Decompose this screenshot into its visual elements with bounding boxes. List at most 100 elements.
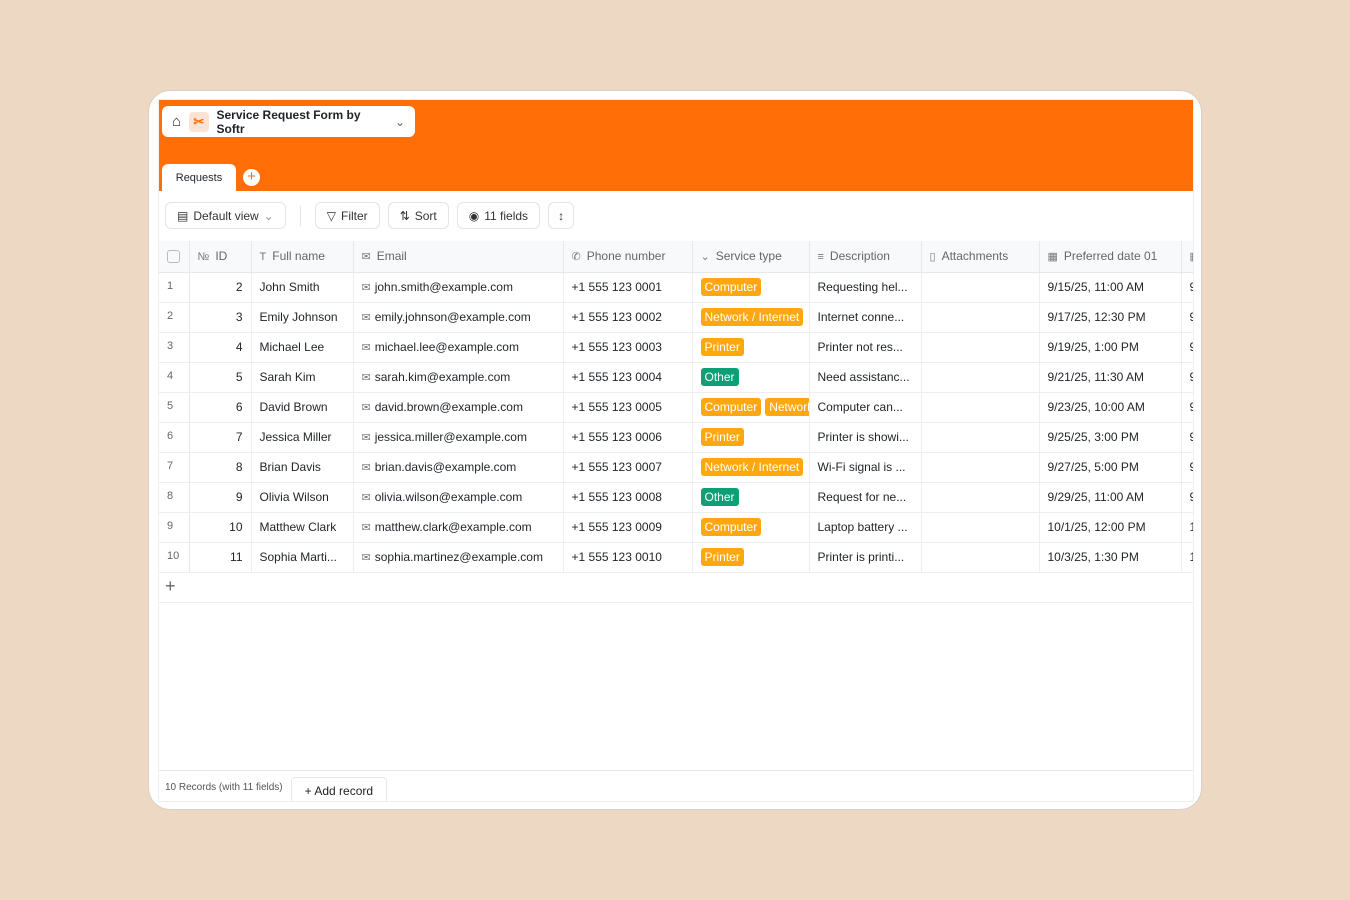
next-cell[interactable]: 1 [1181,512,1194,542]
description-cell[interactable]: Printer is printi... [809,542,921,572]
next-cell[interactable]: 9 [1181,452,1194,482]
add-row-button[interactable]: + [159,572,1193,603]
phone-cell[interactable]: +1 555 123 0008 [563,482,692,512]
date-cell[interactable]: 9/17/25, 12:30 PM [1039,302,1181,332]
name-cell[interactable]: Emily Johnson [251,302,353,332]
description-cell[interactable]: Requesting hel... [809,272,921,302]
next-cell[interactable]: 9 [1181,272,1194,302]
select-all-checkbox[interactable] [159,241,189,272]
fields-button[interactable]: ◉11 fields [457,202,540,229]
col-full-name[interactable]: TFull name [251,241,353,272]
next-cell[interactable]: 1 [1181,542,1194,572]
table-row[interactable]: 10 11 Sophia Marti... ✉sophia.martinez@e… [159,542,1194,572]
phone-cell[interactable]: +1 555 123 0005 [563,392,692,422]
name-cell[interactable]: Sophia Marti... [251,542,353,572]
filter-button[interactable]: ▽Filter [315,202,380,229]
email-cell[interactable]: ✉jessica.miller@example.com [353,422,563,452]
view-selector[interactable]: ▤Default view⌄ [165,202,286,229]
col-id[interactable]: №ID [189,241,251,272]
email-cell[interactable]: ✉david.brown@example.com [353,392,563,422]
attachments-cell[interactable] [921,272,1039,302]
col-phone[interactable]: ✆Phone number [563,241,692,272]
name-cell[interactable]: John Smith [251,272,353,302]
chevron-down-icon[interactable]: ⌄ [395,115,405,129]
email-cell[interactable]: ✉sarah.kim@example.com [353,362,563,392]
name-cell[interactable]: Jessica Miller [251,422,353,452]
attachments-cell[interactable] [921,482,1039,512]
next-cell[interactable]: 9 [1181,392,1194,422]
col-preferred-date[interactable]: ▦Preferred date 01 [1039,241,1181,272]
description-cell[interactable]: Printer not res... [809,332,921,362]
id-cell[interactable]: 8 [189,452,251,482]
attachments-cell[interactable] [921,362,1039,392]
phone-cell[interactable]: +1 555 123 0003 [563,332,692,362]
table-row[interactable]: 6 7 Jessica Miller ✉jessica.miller@examp… [159,422,1194,452]
attachments-cell[interactable] [921,452,1039,482]
phone-cell[interactable]: +1 555 123 0006 [563,422,692,452]
col-service-type[interactable]: ⌄Service type [692,241,809,272]
service-cell[interactable]: Printer [692,542,809,572]
table-row[interactable]: 9 10 Matthew Clark ✉matthew.clark@exampl… [159,512,1194,542]
col-attachments[interactable]: ▯Attachments [921,241,1039,272]
phone-cell[interactable]: +1 555 123 0004 [563,362,692,392]
email-cell[interactable]: ✉matthew.clark@example.com [353,512,563,542]
next-cell[interactable]: 9 [1181,362,1194,392]
phone-cell[interactable]: +1 555 123 0009 [563,512,692,542]
col-next[interactable]: ▦ [1181,241,1194,272]
service-cell[interactable]: ComputerNetwork [692,392,809,422]
attachments-cell[interactable] [921,512,1039,542]
row-height-button[interactable]: ↕ [548,202,574,229]
date-cell[interactable]: 9/25/25, 3:00 PM [1039,422,1181,452]
table-row[interactable]: 2 3 Emily Johnson ✉emily.johnson@example… [159,302,1194,332]
table-row[interactable]: 3 4 Michael Lee ✉michael.lee@example.com… [159,332,1194,362]
description-cell[interactable]: Laptop battery ... [809,512,921,542]
sort-button[interactable]: ⇅Sort [388,202,449,229]
name-cell[interactable]: Brian Davis [251,452,353,482]
phone-cell[interactable]: +1 555 123 0007 [563,452,692,482]
id-cell[interactable]: 11 [189,542,251,572]
tab-requests[interactable]: Requests [162,164,236,191]
description-cell[interactable]: Printer is showi... [809,422,921,452]
add-record-button[interactable]: + Add record [291,777,387,802]
service-cell[interactable]: Network / Internet [692,452,809,482]
service-cell[interactable]: Network / Internet [692,302,809,332]
next-cell[interactable]: 9 [1181,482,1194,512]
col-description[interactable]: ≡Description [809,241,921,272]
next-cell[interactable]: 9 [1181,422,1194,452]
name-cell[interactable]: Matthew Clark [251,512,353,542]
id-cell[interactable]: 6 [189,392,251,422]
description-cell[interactable]: Wi-Fi signal is ... [809,452,921,482]
phone-cell[interactable]: +1 555 123 0001 [563,272,692,302]
service-cell[interactable]: Printer [692,332,809,362]
date-cell[interactable]: 9/27/25, 5:00 PM [1039,452,1181,482]
service-cell[interactable]: Other [692,362,809,392]
date-cell[interactable]: 9/19/25, 1:00 PM [1039,332,1181,362]
id-cell[interactable]: 5 [189,362,251,392]
attachments-cell[interactable] [921,392,1039,422]
description-cell[interactable]: Need assistanc... [809,362,921,392]
col-email[interactable]: ✉Email [353,241,563,272]
email-cell[interactable]: ✉sophia.martinez@example.com [353,542,563,572]
id-cell[interactable]: 4 [189,332,251,362]
email-cell[interactable]: ✉john.smith@example.com [353,272,563,302]
home-icon[interactable]: ⌂ [172,113,181,130]
date-cell[interactable]: 9/15/25, 11:00 AM [1039,272,1181,302]
description-cell[interactable]: Internet conne... [809,302,921,332]
name-cell[interactable]: Sarah Kim [251,362,353,392]
table-row[interactable]: 4 5 Sarah Kim ✉sarah.kim@example.com +1 … [159,362,1194,392]
description-cell[interactable]: Request for ne... [809,482,921,512]
name-cell[interactable]: Olivia Wilson [251,482,353,512]
email-cell[interactable]: ✉emily.johnson@example.com [353,302,563,332]
app-breadcrumb[interactable]: ⌂ ✂ Service Request Form by Softr ⌄ [162,106,415,137]
service-cell[interactable]: Computer [692,272,809,302]
service-cell[interactable]: Computer [692,512,809,542]
id-cell[interactable]: 7 [189,422,251,452]
id-cell[interactable]: 3 [189,302,251,332]
description-cell[interactable]: Computer can... [809,392,921,422]
date-cell[interactable]: 9/29/25, 11:00 AM [1039,482,1181,512]
table-row[interactable]: 8 9 Olivia Wilson ✉olivia.wilson@example… [159,482,1194,512]
date-cell[interactable]: 9/23/25, 10:00 AM [1039,392,1181,422]
next-cell[interactable]: 9 [1181,302,1194,332]
table-row[interactable]: 7 8 Brian Davis ✉brian.davis@example.com… [159,452,1194,482]
email-cell[interactable]: ✉michael.lee@example.com [353,332,563,362]
